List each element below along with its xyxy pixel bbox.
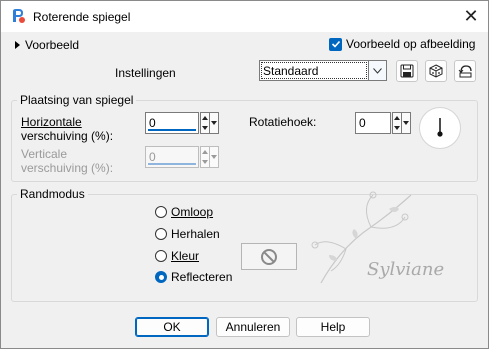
- rotation-dial[interactable]: [419, 107, 461, 149]
- horizontal-offset-spinner[interactable]: 0: [145, 112, 221, 134]
- radio-wrap-label: Omloop: [171, 205, 214, 219]
- radio-repeat[interactable]: Herhalen: [155, 227, 220, 241]
- expand-triangle-icon: [15, 41, 20, 49]
- window-title: Roterende spiegel: [33, 10, 131, 24]
- color-swatch: [241, 243, 297, 270]
- no-color-icon: [261, 248, 277, 265]
- dial-needle-icon: [437, 118, 443, 137]
- cancel-button[interactable]: Annuleren: [216, 317, 290, 337]
- ok-button[interactable]: OK: [135, 317, 209, 337]
- vertical-offset-input: 0: [145, 146, 199, 168]
- radio-reflect-label: Reflecteren: [171, 270, 233, 284]
- rotation-angle-dropdown[interactable]: [401, 112, 411, 134]
- radio-color-icon[interactable]: [155, 250, 167, 262]
- reset-icon: [458, 65, 472, 78]
- preview-on-image-label: Voorbeeld op afbeelding: [346, 37, 476, 51]
- placement-group-title: Plaatsing van spiegel: [17, 93, 137, 107]
- preview-toggle-label: Voorbeeld: [25, 38, 80, 52]
- settings-label: Instellingen: [115, 66, 176, 80]
- rotation-angle-spinner[interactable]: 0: [355, 112, 411, 134]
- save-preset-button[interactable]: [396, 60, 418, 82]
- reset-button[interactable]: [454, 60, 476, 82]
- radio-color-label: Kleur: [171, 249, 200, 263]
- edge-mode-group-title: Randmodus: [17, 187, 88, 201]
- close-icon: ✕: [463, 5, 479, 26]
- preset-value: Standaard: [263, 64, 319, 78]
- checkmark-icon: [329, 37, 342, 51]
- title-bar: Roterende spiegel ✕: [1, 1, 488, 32]
- radio-repeat-label: Herhalen: [171, 227, 220, 241]
- decrement-arrow-icon[interactable]: [201, 123, 209, 133]
- decrement-arrow-icon: [201, 157, 209, 167]
- save-icon: [400, 64, 414, 78]
- radio-color[interactable]: Kleur: [155, 249, 199, 263]
- rotation-angle-label: Rotatiehoek:: [249, 115, 317, 129]
- vertical-offset-label: Verticale verschuiving (%):: [21, 147, 114, 175]
- radio-reflect-icon[interactable]: [155, 271, 167, 283]
- radio-wrap[interactable]: Omloop: [155, 205, 213, 219]
- increment-arrow-icon: [201, 147, 209, 157]
- increment-arrow-icon[interactable]: [393, 113, 401, 123]
- preview-toggle[interactable]: Voorbeeld: [15, 38, 79, 52]
- rotation-angle-input[interactable]: 0: [355, 112, 391, 134]
- horizontal-offset-label: Horizontale verschuiving (%):: [21, 115, 114, 143]
- help-button[interactable]: Help: [296, 317, 370, 337]
- preview-on-image-checkbox[interactable]: Voorbeeld op afbeelding: [329, 37, 475, 51]
- watermark-signature: Sylviane: [367, 259, 445, 280]
- dice-icon: [429, 64, 443, 78]
- app-icon: [13, 9, 25, 23]
- vertical-offset-dropdown: [209, 146, 219, 168]
- preset-select[interactable]: Standaard: [259, 60, 387, 81]
- radio-reflect[interactable]: Reflecteren: [155, 270, 232, 284]
- radio-wrap-icon[interactable]: [155, 206, 167, 218]
- radio-repeat-icon[interactable]: [155, 228, 167, 240]
- dialog-window: Roterende spiegel ✕ Voorbeeld Voorbeeld …: [0, 0, 489, 349]
- horizontal-offset-input[interactable]: 0: [145, 112, 199, 134]
- vertical-offset-spinner: 0: [145, 146, 221, 168]
- close-button[interactable]: ✕: [460, 5, 482, 27]
- chevron-down-icon[interactable]: [368, 61, 386, 80]
- horizontal-offset-dropdown[interactable]: [209, 112, 219, 134]
- random-button[interactable]: [425, 60, 447, 82]
- decrement-arrow-icon[interactable]: [393, 123, 401, 133]
- increment-arrow-icon[interactable]: [201, 113, 209, 123]
